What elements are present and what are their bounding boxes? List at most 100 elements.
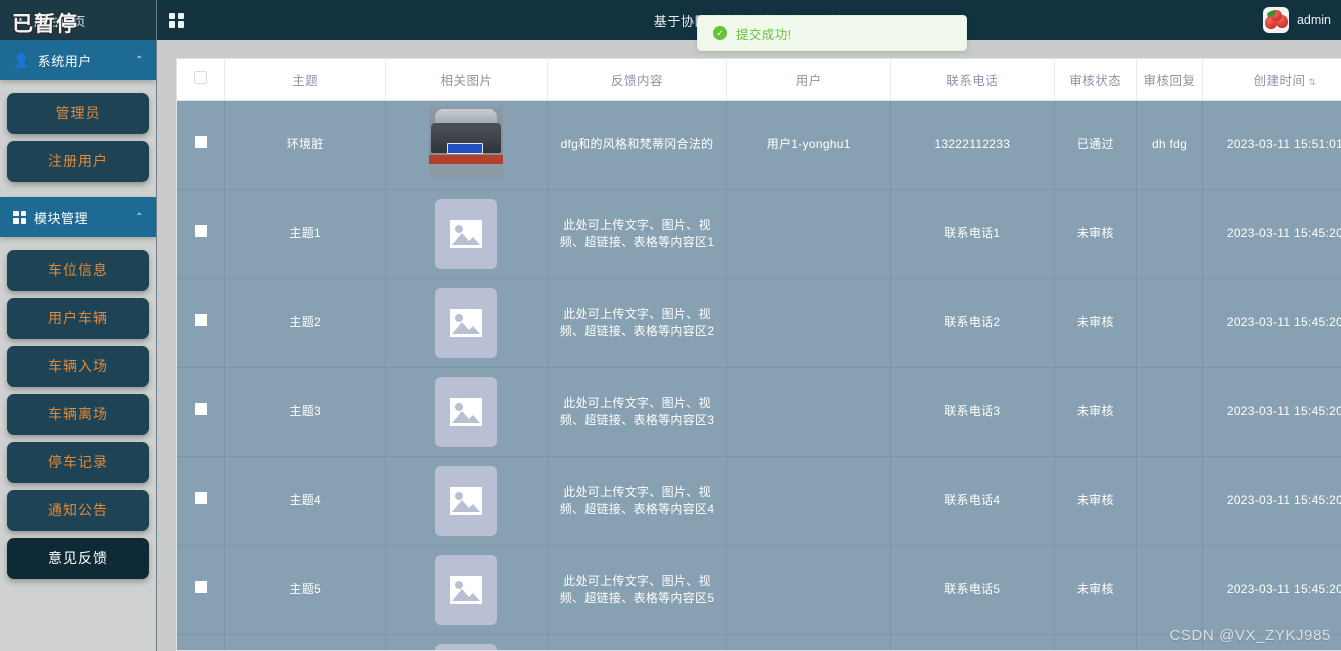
cell-theme: 主题1 — [224, 189, 387, 279]
home-icon: ▲ — [14, 12, 27, 28]
cell-phone: 联系电话3 — [890, 367, 1055, 457]
cell-content: 此处可上传文字、图片、视频、超链接、表格等内容区4 — [547, 456, 728, 546]
header-image[interactable]: 相关图片 — [385, 59, 548, 101]
cell-content — [547, 634, 728, 650]
cell-theme: 环境脏 — [224, 100, 387, 190]
row-select-cell[interactable] — [177, 100, 226, 190]
cell-theme: 主题3 — [224, 367, 387, 457]
user-menu[interactable]: admin — [1262, 7, 1331, 33]
cell-image[interactable] — [385, 189, 548, 279]
row-select-cell[interactable] — [177, 278, 226, 368]
row-select-cell[interactable] — [177, 189, 226, 279]
table-row[interactable]: 主题3 此处可上传文字、图片、视频、超链接、表格等内容区3 联系电话3 未审核 … — [177, 367, 1341, 457]
sidebar-item-feedback[interactable]: 意见反馈 — [7, 538, 149, 579]
select-all-checkbox[interactable] — [194, 71, 208, 85]
row-checkbox[interactable] — [194, 492, 207, 504]
cell-reply: dh fdg — [1136, 100, 1204, 190]
table-header-row: 主题 相关图片 反馈内容 用户 联系电话 审核状态 审核回复 创建时间⇅ 更新时… — [177, 59, 1341, 101]
header-phone[interactable]: 联系电话 — [890, 59, 1055, 101]
cell-content: 此处可上传文字、图片、视频、超链接、表格等内容区5 — [547, 545, 728, 635]
sort-icon[interactable]: ⇅ — [1308, 77, 1316, 88]
cell-image[interactable] — [385, 100, 548, 190]
success-check-icon: ✓ — [713, 26, 727, 40]
chevron-up-icon: ⌃ — [135, 211, 144, 223]
image-placeholder-icon[interactable] — [435, 465, 498, 536]
toast-message: 提交成功! — [736, 27, 792, 42]
cell-user — [726, 278, 892, 368]
cell-user — [726, 189, 892, 279]
header-select-all[interactable] — [177, 59, 226, 101]
cell-created: 2023-03-11 15:51:01 — [1202, 100, 1341, 190]
sidebar-item-admin[interactable]: 管理员 — [7, 93, 149, 134]
sidebar-item-user-vehicle[interactable]: 用户车辆 — [7, 298, 149, 339]
table-row[interactable]: 主题1 此处可上传文字、图片、视频、超链接、表格等内容区1 联系电话1 未审核 … — [177, 189, 1341, 279]
header-status[interactable]: 审核状态 — [1054, 59, 1137, 101]
sidebar-group-system-users[interactable]: 👤 系统用户 ⌃ — [0, 40, 156, 80]
header-user[interactable]: 用户 — [726, 59, 892, 101]
feedback-table-container[interactable]: 主题 相关图片 反馈内容 用户 联系电话 审核状态 审核回复 创建时间⇅ 更新时… — [176, 58, 1341, 651]
table-row[interactable]: 主题5 此处可上传文字、图片、视频、超链接、表格等内容区5 联系电话5 未审核 … — [177, 545, 1341, 635]
sidebar-item-vehicle-entry[interactable]: 车辆入场 — [7, 346, 149, 387]
sidebar-group-module-management[interactable]: 模块管理 ⌃ — [0, 197, 156, 237]
cell-reply — [1136, 545, 1204, 635]
cell-status: 已通过 — [1054, 100, 1137, 190]
sidebar-item-parking-space-info[interactable]: 车位信息 — [7, 250, 149, 291]
avatar — [1262, 7, 1289, 33]
cell-theme — [224, 634, 387, 650]
header-content[interactable]: 反馈内容 — [547, 59, 728, 101]
row-checkbox[interactable] — [194, 314, 207, 326]
cell-reply — [1136, 278, 1204, 368]
cell-image[interactable] — [385, 634, 548, 650]
table-row[interactable]: 环境脏 dfg和的风格和梵蒂冈合法的 用户1-yonghu1 132221122… — [177, 100, 1341, 190]
cell-phone — [890, 634, 1055, 650]
cell-created: 2023-03-11 15:45:20 — [1202, 189, 1341, 279]
image-placeholder-icon[interactable] — [435, 287, 498, 358]
row-select-cell[interactable] — [177, 634, 226, 650]
image-placeholder-icon[interactable] — [435, 643, 498, 650]
cell-user: 用户1-yonghu1 — [726, 100, 892, 190]
row-select-cell[interactable] — [177, 456, 226, 546]
cell-phone: 联系电话4 — [890, 456, 1055, 546]
cell-theme: 主题2 — [224, 278, 387, 368]
cell-phone: 13222112233 — [890, 100, 1055, 190]
table-row[interactable]: 主题4 此处可上传文字、图片、视频、超链接、表格等内容区4 联系电话4 未审核 … — [177, 456, 1341, 546]
cell-image[interactable] — [385, 278, 548, 368]
cell-content: dfg和的风格和梵蒂冈合法的 — [547, 100, 728, 190]
grid-menu-icon[interactable] — [169, 12, 184, 28]
sidebar-item-notice[interactable]: 通知公告 — [7, 490, 149, 531]
table-row[interactable] — [177, 634, 1341, 650]
cell-image[interactable] — [385, 367, 548, 457]
cell-content: 此处可上传文字、图片、视频、超链接、表格等内容区1 — [547, 189, 728, 279]
image-placeholder-icon[interactable] — [435, 554, 498, 625]
header-reply[interactable]: 审核回复 — [1136, 59, 1204, 101]
image-placeholder-icon[interactable] — [435, 198, 498, 269]
cell-user — [726, 634, 892, 650]
row-checkbox[interactable] — [194, 225, 207, 237]
row-checkbox[interactable] — [194, 136, 207, 148]
row-select-cell[interactable] — [177, 545, 226, 635]
row-checkbox[interactable] — [194, 403, 207, 415]
cell-phone: 联系电话5 — [890, 545, 1055, 635]
cell-created: 2023-03-11 15:45:20 — [1202, 278, 1341, 368]
header-created-time[interactable]: 创建时间 ⇅ — [1202, 59, 1341, 101]
header-theme[interactable]: 主题 — [224, 59, 387, 101]
cell-reply — [1136, 189, 1204, 279]
grid-icon — [13, 210, 26, 224]
sidebar-item-parking-record[interactable]: 停车记录 — [7, 442, 149, 483]
sidebar-group-body-system-users: 管理员 注册用户 — [0, 80, 156, 197]
cell-reply — [1136, 367, 1204, 457]
cell-image[interactable] — [385, 456, 548, 546]
sidebar-item-registered-user[interactable]: 注册用户 — [7, 141, 149, 182]
table-row[interactable]: 主题2 此处可上传文字、图片、视频、超链接、表格等内容区2 联系电话2 未审核 … — [177, 278, 1341, 368]
row-select-cell[interactable] — [177, 367, 226, 457]
sidebar-home-label: 后台首页 — [33, 14, 86, 29]
sidebar-item-vehicle-exit[interactable]: 车辆离场 — [7, 394, 149, 435]
cell-image[interactable] — [385, 545, 548, 635]
image-placeholder-icon[interactable] — [435, 376, 498, 447]
cell-content: 此处可上传文字、图片、视频、超链接、表格等内容区2 — [547, 278, 728, 368]
cell-created: 2023-03-11 15:45:20 — [1202, 545, 1341, 635]
row-checkbox[interactable] — [194, 581, 207, 593]
sidebar-item-home[interactable]: ▲ 后台首页 — [0, 0, 156, 40]
success-toast: ✓ 提交成功! — [697, 15, 967, 51]
vehicle-photo-thumbnail[interactable] — [429, 107, 504, 177]
